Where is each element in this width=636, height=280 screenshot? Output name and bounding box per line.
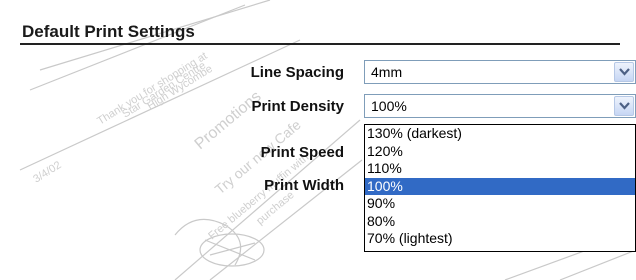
dropdown-option[interactable]: 110% [365, 160, 635, 178]
print-density-label: Print Density [251, 98, 344, 115]
watermark-text: Thank you for shopping at [95, 50, 209, 128]
dropdown-option[interactable]: 120% [365, 143, 635, 161]
line-spacing-value: 4mm [371, 64, 403, 80]
print-speed-label: Print Speed [260, 144, 344, 161]
dropdown-option[interactable]: 100% [365, 177, 635, 195]
print-width-label: Print Width [264, 177, 344, 194]
density-dropdown-list[interactable]: 130% (darkest) 120% 110% 100% 90% 80% 70% (lig… [364, 124, 636, 252]
page-title: Default Print Settings [22, 22, 195, 41]
dropdown-option[interactable]: 90% [365, 195, 635, 213]
line-spacing-select[interactable]: 4mm [364, 60, 636, 84]
chevron-down-icon[interactable] [614, 62, 634, 82]
print-density-value: 100% [371, 98, 407, 114]
dropdown-option[interactable]: 80% [365, 213, 635, 231]
dropdown-option[interactable]: 130% (darkest) [365, 125, 635, 143]
chevron-down-icon[interactable] [614, 96, 634, 116]
line-spacing-label: Line Spacing [250, 64, 344, 81]
print-density-select[interactable]: 100% [364, 94, 636, 118]
title-divider [20, 43, 620, 45]
dropdown-option[interactable]: 70% (lightest) [365, 230, 635, 248]
